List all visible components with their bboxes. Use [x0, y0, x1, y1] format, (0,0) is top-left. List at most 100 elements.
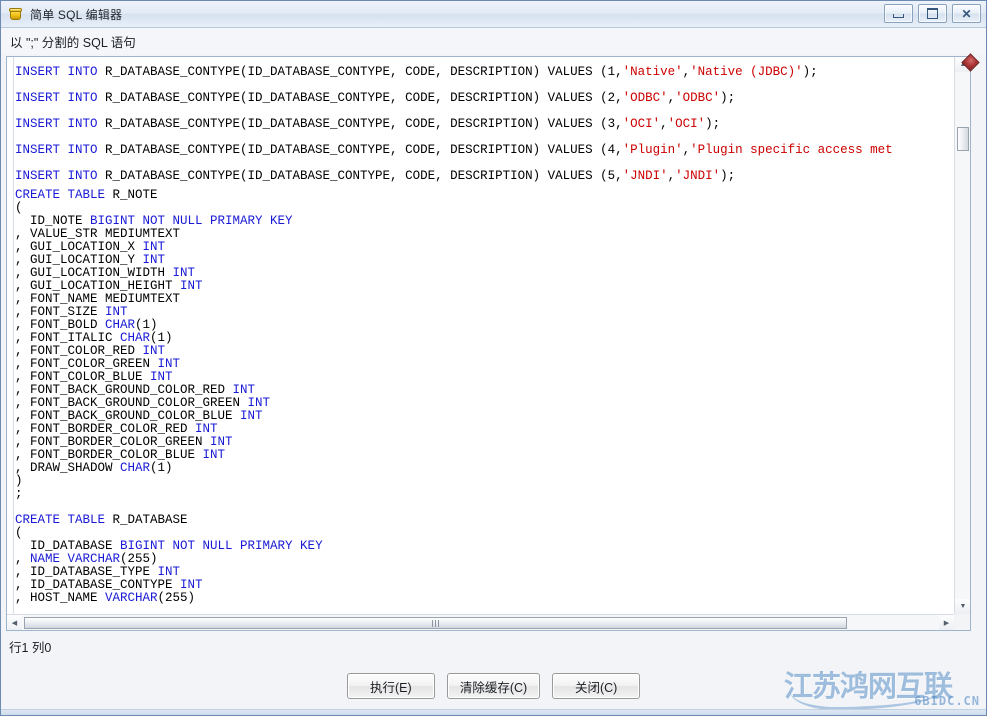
sql-editor-window: 简单 SQL 编辑器 ✕ 以 ";" 分割的 SQL 语句 INSERT INT…	[0, 0, 987, 716]
code-token: ,	[15, 552, 31, 566]
vertical-scroll-thumb[interactable]	[957, 127, 969, 151]
code-line: INSERT INTO R_DATABASE_CONTYPE(ID_DATABA…	[15, 163, 954, 189]
code-line: CREATE TABLE R_NOTE	[15, 189, 954, 202]
code-token: INSERT INTO	[15, 65, 106, 79]
code-token: , GUI_LOCATION_WIDTH	[15, 266, 173, 280]
code-token: R_DATABASE_CONTYPE(ID_DATABASE_CONTYPE, …	[105, 117, 623, 131]
horizontal-scroll-thumb[interactable]	[24, 617, 847, 629]
code-token: , FONT_COLOR_RED	[15, 344, 143, 358]
close-button[interactable]: ✕	[952, 4, 981, 23]
scroll-right-arrow-icon[interactable]: ▶	[939, 615, 954, 630]
code-token: , FONT_SIZE	[15, 305, 106, 319]
code-token: INT	[142, 344, 166, 358]
vertical-scrollbar[interactable]: ▲ ▼	[954, 57, 970, 614]
code-token: 'JNDI'	[622, 169, 668, 183]
code-token: 'ODBC'	[622, 91, 668, 105]
code-token: R_DATABASE	[112, 513, 188, 527]
code-token: INT	[195, 422, 218, 436]
code-token: VARCHAR	[105, 591, 158, 605]
code-token: INT	[180, 279, 203, 293]
code-token: , FONT_BORDER_COLOR_GREEN	[15, 435, 211, 449]
code-token: 'Native'	[622, 65, 683, 79]
code-token: , GUI_LOCATION_HEIGHT	[15, 279, 181, 293]
code-token: INT	[157, 357, 181, 371]
code-token: INSERT INTO	[15, 169, 106, 183]
code-token: , ID_DATABASE_TYPE	[15, 565, 158, 579]
code-token: BIGINT NOT NULL PRIMARY KEY	[120, 539, 323, 553]
sql-code-content[interactable]: INSERT INTO R_DATABASE_CONTYPE(ID_DATABA…	[15, 59, 954, 614]
code-token: INT	[210, 435, 233, 449]
code-token: 'OCI'	[622, 117, 661, 131]
code-token: 'OCI'	[667, 117, 706, 131]
code-token: INT	[232, 383, 256, 397]
code-token: , GUI_LOCATION_Y	[15, 253, 143, 267]
maximize-icon	[927, 8, 938, 19]
code-token: );	[720, 91, 736, 105]
code-token: 'ODBC'	[675, 91, 721, 105]
code-token: R_DATABASE_CONTYPE(ID_DATABASE_CONTYPE, …	[105, 169, 623, 183]
status-bar: 行1 列0	[9, 641, 52, 655]
scrollbar-corner	[954, 614, 970, 630]
code-token: INT	[172, 266, 196, 280]
code-token: , FONT_BACK_GROUND_COLOR_BLUE	[15, 409, 241, 423]
code-token: , FONT_COLOR_BLUE	[15, 370, 151, 384]
code-token: , GUI_LOCATION_X	[15, 240, 143, 254]
editor-hint-label: 以 ";" 分割的 SQL 语句	[10, 35, 136, 50]
code-token: INT	[150, 370, 173, 384]
execute-button[interactable]: 执行(E)	[346, 673, 435, 699]
code-token: INT	[240, 409, 263, 423]
code-line: INSERT INTO R_DATABASE_CONTYPE(ID_DATABA…	[15, 85, 954, 111]
code-token: INSERT INTO	[15, 91, 106, 105]
code-token: );	[720, 169, 736, 183]
code-line: INSERT INTO R_DATABASE_CONTYPE(ID_DATABA…	[15, 137, 954, 163]
code-token: , HOST_NAME	[15, 591, 106, 605]
code-token: ,	[682, 143, 691, 157]
code-line: INSERT INTO R_DATABASE_CONTYPE(ID_DATABA…	[15, 111, 954, 137]
code-token: INT	[180, 578, 203, 592]
code-token: (1)	[135, 318, 158, 332]
code-token: 'Native (JDBC)'	[690, 65, 803, 79]
close-icon: ✕	[961, 6, 972, 21]
code-line: )	[15, 475, 954, 488]
code-token: (255)	[120, 552, 158, 566]
action-button-bar: 执行(E) 清除缓存(C) 关闭(C)	[1, 673, 986, 709]
close-dialog-button[interactable]: 关闭(C)	[552, 673, 641, 699]
code-token: );	[802, 65, 818, 79]
code-token: CHAR	[120, 331, 151, 345]
code-token: INT	[142, 253, 166, 267]
java-app-icon	[8, 6, 24, 22]
code-token: ,	[667, 169, 676, 183]
code-token: , FONT_BOLD	[15, 318, 106, 332]
code-token: 'Plugin specific access met	[690, 143, 893, 157]
code-token: 'JNDI'	[675, 169, 721, 183]
window-bottom-strip	[1, 709, 986, 715]
code-token: INSERT INTO	[15, 143, 106, 157]
code-token: R_DATABASE_CONTYPE(ID_DATABASE_CONTYPE, …	[105, 143, 623, 157]
code-line: , HOST_NAME VARCHAR(255)	[15, 592, 954, 605]
window-controls: ✕	[884, 4, 981, 23]
clear-cache-button[interactable]: 清除缓存(C)	[446, 673, 541, 699]
code-token: );	[705, 117, 721, 131]
code-token: INT	[202, 448, 226, 462]
code-token: , DRAW_SHADOW	[15, 461, 121, 475]
maximize-button[interactable]	[918, 4, 947, 23]
scroll-left-arrow-icon[interactable]: ◀	[7, 615, 22, 630]
code-token: (255)	[157, 591, 196, 605]
code-token: )	[15, 474, 23, 488]
scroll-down-arrow-icon[interactable]: ▼	[955, 599, 970, 614]
sql-editor-panel[interactable]: INSERT INTO R_DATABASE_CONTYPE(ID_DATABA…	[6, 56, 971, 631]
sql-text-area[interactable]: INSERT INTO R_DATABASE_CONTYPE(ID_DATABA…	[7, 57, 954, 614]
horizontal-scrollbar[interactable]: ◀ ▶	[7, 614, 954, 630]
code-token: CHAR	[120, 461, 151, 475]
code-token: INSERT INTO	[15, 117, 106, 131]
code-line: , FONT_NAME MEDIUMTEXT	[15, 293, 954, 306]
minimize-button[interactable]	[884, 4, 913, 23]
code-token: (	[15, 201, 23, 215]
code-token: NAME VARCHAR	[30, 552, 121, 566]
scroll-grip-icon	[431, 619, 440, 627]
code-token: , FONT_NAME MEDIUMTEXT	[15, 292, 181, 306]
code-token: ;	[15, 487, 23, 501]
code-token: (1)	[150, 461, 173, 475]
code-token: ,	[667, 91, 676, 105]
code-token: , ID_DATABASE_CONTYPE	[15, 578, 181, 592]
